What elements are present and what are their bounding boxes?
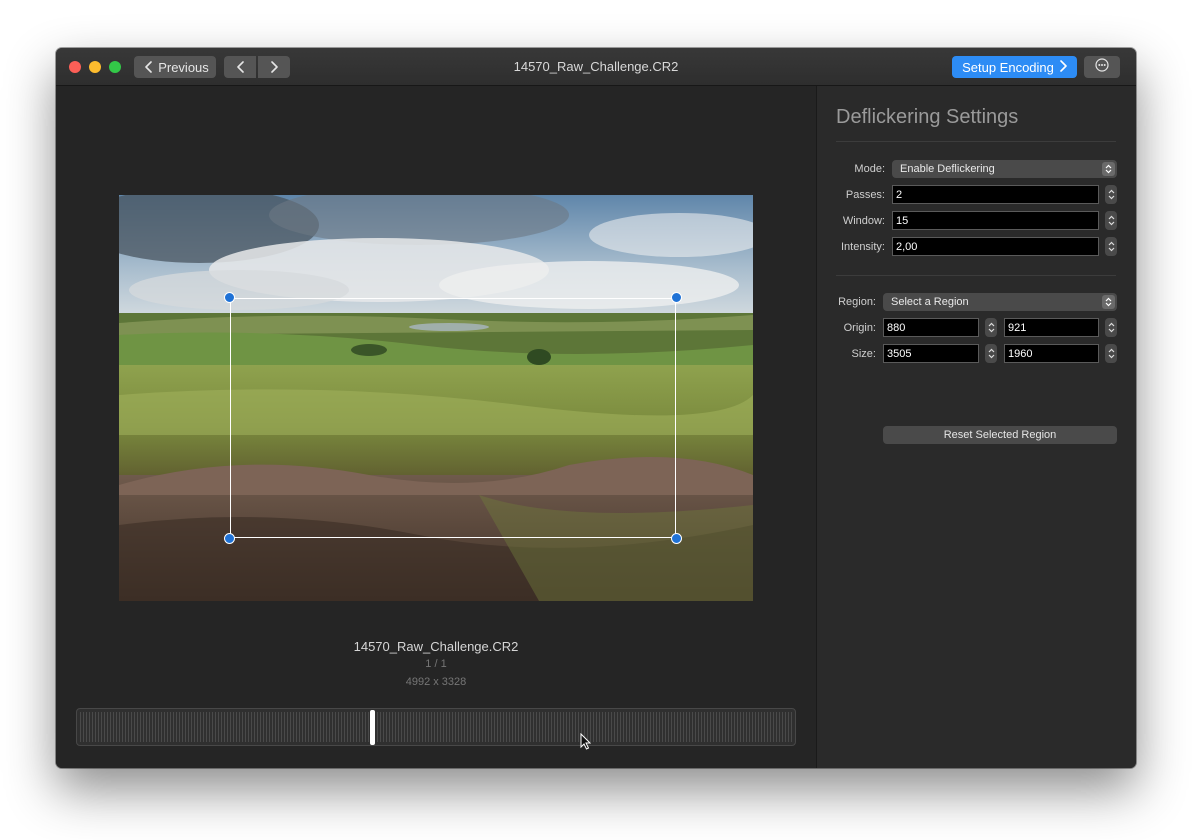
timeline-track xyxy=(80,712,792,742)
region-value: Select a Region xyxy=(891,296,969,308)
passes-value: 2 xyxy=(896,188,903,201)
origin-x-stepper[interactable] xyxy=(985,318,997,337)
preview-pane: 14570_Raw_Challenge.CR2 1 / 1 4992 x 332… xyxy=(56,86,816,768)
size-width-value: 3505 xyxy=(887,347,912,360)
ellipsis-circle-icon xyxy=(1095,57,1109,77)
passes-label: Passes: xyxy=(845,189,885,201)
origin-y-field[interactable]: 921 xyxy=(1004,318,1099,337)
window-stepper[interactable] xyxy=(1105,211,1117,230)
origin-x-value: 880 xyxy=(887,321,906,334)
selection-handle-bottom-left[interactable] xyxy=(224,533,235,544)
size-height-stepper[interactable] xyxy=(1105,344,1117,363)
window-label: Window: xyxy=(842,215,885,227)
intensity-stepper[interactable] xyxy=(1105,237,1117,256)
chevron-up-down-icon xyxy=(1102,295,1115,309)
window-value: 15 xyxy=(896,214,909,227)
origin-y-value: 921 xyxy=(1008,321,1027,334)
reset-selected-region-label: Reset Selected Region xyxy=(943,429,1057,441)
mode-popup[interactable]: Enable Deflickering xyxy=(892,160,1117,178)
settings-pane: Deflickering Settings Mode: Enable Defli… xyxy=(816,86,1136,768)
mode-label: Mode: xyxy=(854,163,885,175)
passes-stepper[interactable] xyxy=(1105,185,1117,204)
window-field[interactable]: 15 xyxy=(892,211,1099,230)
intensity-label: Intensity: xyxy=(840,241,885,253)
mouse-pointer-icon xyxy=(580,732,592,755)
image-dimensions: 4992 x 3328 xyxy=(405,676,467,688)
region-label: Region: xyxy=(838,296,876,308)
mode-value: Enable Deflickering xyxy=(900,163,995,175)
divider xyxy=(836,275,1116,276)
size-width-stepper[interactable] xyxy=(985,344,997,363)
origin-label: Origin: xyxy=(843,322,876,334)
intensity-field[interactable]: 2,00 xyxy=(892,237,1099,256)
size-height-field[interactable]: 1960 xyxy=(1004,344,1099,363)
setup-encoding-label: Setup Encoding xyxy=(962,59,1054,75)
size-width-field[interactable]: 3505 xyxy=(883,344,979,363)
chevron-up-down-icon xyxy=(1102,162,1115,176)
app-window: Previous 14570_Raw_Challenge.CR2 Setup E… xyxy=(56,48,1136,768)
passes-field[interactable]: 2 xyxy=(892,185,1099,204)
timeline-scrubber[interactable] xyxy=(76,708,796,746)
selection-handle-top-right[interactable] xyxy=(671,292,682,303)
chevron-right-icon xyxy=(1060,59,1067,75)
file-name: 14570_Raw_Challenge.CR2 xyxy=(353,639,519,654)
intensity-value: 2,00 xyxy=(896,240,918,253)
origin-x-field[interactable]: 880 xyxy=(883,318,979,337)
title-bar: Previous 14570_Raw_Challenge.CR2 Setup E… xyxy=(56,48,1136,86)
selection-rectangle[interactable] xyxy=(224,292,682,544)
settings-title: Deflickering Settings xyxy=(836,106,1019,128)
size-height-value: 1960 xyxy=(1008,347,1033,360)
more-options-button[interactable] xyxy=(1084,56,1120,78)
playhead[interactable] xyxy=(369,710,375,745)
selection-handle-bottom-right[interactable] xyxy=(671,533,682,544)
frame-counter: 1 / 1 xyxy=(425,658,447,670)
origin-y-stepper[interactable] xyxy=(1105,318,1117,337)
setup-encoding-button[interactable]: Setup Encoding xyxy=(952,56,1077,78)
selection-handle-top-left[interactable] xyxy=(224,292,235,303)
size-label: Size: xyxy=(851,348,876,360)
region-popup[interactable]: Select a Region xyxy=(883,293,1117,311)
divider xyxy=(836,141,1116,142)
reset-selected-region-button[interactable]: Reset Selected Region xyxy=(883,426,1117,444)
